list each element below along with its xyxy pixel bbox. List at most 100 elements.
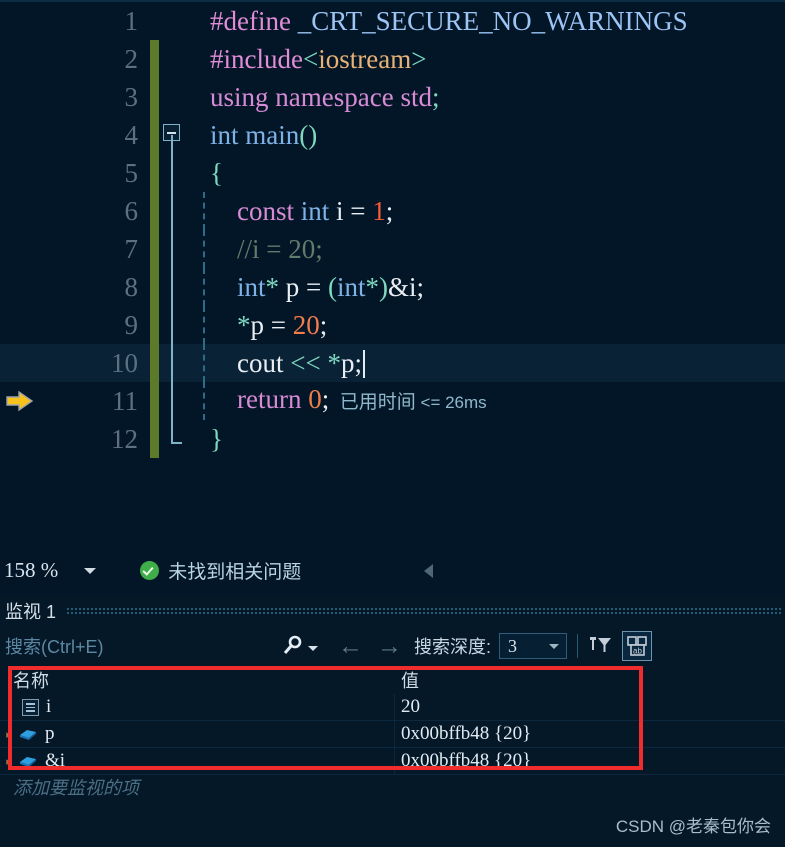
search-options-chevron-down-icon[interactable]	[308, 645, 318, 651]
watch-name-cell[interactable]: ▸ &i	[0, 748, 395, 774]
fold-column[interactable]	[159, 268, 185, 306]
code-line[interactable]: 11 return 0; 已用时间 <= 26ms	[0, 382, 785, 420]
indent-guide	[203, 268, 205, 306]
search-next-icon[interactable]: →	[377, 633, 402, 659]
glyph-margin[interactable]	[0, 306, 40, 344]
glyph-margin[interactable]	[0, 230, 40, 268]
code-text[interactable]: }	[185, 420, 785, 458]
code-text[interactable]: #include<iostream>	[185, 40, 785, 78]
code-token: &i	[388, 272, 417, 302]
watch-table[interactable]: 名称 值 i 20 ▸ p 0x00bffb48 {20} ▸ &i 0x00bffb48 {…	[0, 666, 785, 799]
code-text[interactable]: const int i = 1;	[185, 192, 785, 230]
code-editor[interactable]: 1 #define _CRT_SECURE_NO_WARNINGS 2 #includ…	[0, 0, 785, 545]
fold-column[interactable]	[159, 192, 185, 230]
column-header-value[interactable]: 值	[395, 667, 785, 693]
glyph-margin[interactable]	[0, 116, 40, 154]
search-depth-select[interactable]: 3	[499, 633, 568, 659]
add-watch-row[interactable]: 添加要监视的项	[0, 775, 785, 799]
zoom-dropdown-icon[interactable]	[84, 567, 97, 574]
change-indicator-bar	[150, 344, 159, 382]
watch-panel-title-bar: 监视 1	[0, 596, 785, 626]
code-token: const	[210, 196, 301, 226]
glyph-margin[interactable]	[0, 78, 40, 116]
glyph-margin[interactable]	[0, 192, 40, 230]
watch-value-cell[interactable]: 0x00bffb48 {20}	[395, 723, 785, 745]
fold-column[interactable]	[159, 230, 185, 268]
fold-column[interactable]	[159, 2, 185, 40]
code-line[interactable]: 12}	[0, 420, 785, 458]
code-token: std	[400, 82, 432, 112]
fold-column[interactable]	[159, 382, 185, 420]
line-number: 8	[124, 272, 139, 302]
code-text[interactable]: //i = 20;	[185, 230, 785, 268]
watch-name-cell[interactable]: ▸ p	[0, 721, 395, 747]
line-number: 5	[124, 158, 139, 188]
glyph-margin[interactable]	[0, 382, 40, 420]
search-previous-icon[interactable]: ←	[338, 633, 363, 659]
code-text[interactable]: *p = 20;	[185, 306, 785, 344]
code-token: <<	[290, 348, 321, 378]
fold-column[interactable]	[159, 306, 185, 344]
glyph-margin[interactable]	[0, 2, 40, 40]
code-line[interactable]: 9 *p = 20;	[0, 306, 785, 344]
glyph-margin[interactable]	[0, 154, 40, 192]
change-indicator-bar	[150, 40, 159, 78]
code-text[interactable]: int main()	[185, 116, 785, 154]
fold-column[interactable]	[159, 344, 185, 382]
code-lines[interactable]: 1 #define _CRT_SECURE_NO_WARNINGS 2 #includ…	[0, 2, 785, 458]
fold-column[interactable]	[159, 420, 185, 458]
code-text[interactable]: {	[185, 154, 785, 192]
code-line[interactable]: 5{	[0, 154, 785, 192]
code-token: iostream	[318, 44, 412, 74]
code-line[interactable]: 1 #define _CRT_SECURE_NO_WARNINGS	[0, 2, 785, 40]
expand-arrow-icon[interactable]: ▸	[0, 755, 18, 768]
change-indicator-bar	[150, 306, 159, 344]
line-number: 12	[111, 424, 138, 454]
hex-display-icon[interactable]: ab	[622, 631, 653, 661]
code-line[interactable]: 8 int* p = (int*)&i;	[0, 268, 785, 306]
code-line[interactable]: 7 //i = 20;	[0, 230, 785, 268]
code-text[interactable]: using namespace std;	[185, 78, 785, 116]
code-token: cout	[210, 348, 291, 378]
fold-column[interactable]	[159, 40, 185, 78]
code-text[interactable]: #define _CRT_SECURE_NO_WARNINGS	[185, 2, 785, 40]
code-token: #define	[210, 6, 298, 36]
watch-value-cell[interactable]: 20	[395, 696, 785, 718]
fold-column[interactable]	[159, 116, 185, 154]
code-line[interactable]: 3 using namespace std;	[0, 78, 785, 116]
column-header-name[interactable]: 名称	[0, 667, 395, 693]
fold-column[interactable]	[159, 154, 185, 192]
glyph-margin[interactable]	[0, 420, 40, 458]
code-text[interactable]: int* p = (int*)&i;	[185, 268, 785, 306]
fold-guide-line	[171, 268, 173, 306]
watch-search-input[interactable]: 搜索(Ctrl+E)	[5, 633, 283, 659]
watch-row[interactable]: i 20	[0, 694, 785, 721]
watch-name-cell[interactable]: i	[0, 694, 395, 720]
fold-guide-line	[171, 154, 173, 192]
code-token: }	[210, 424, 223, 454]
code-text[interactable]: return 0; 已用时间 <= 26ms	[185, 380, 785, 422]
watch-toolbar[interactable]: 搜索(Ctrl+E) ← → 搜索深度: 3 ab	[0, 626, 785, 666]
glyph-margin[interactable]	[0, 344, 40, 382]
code-token: ;	[431, 82, 440, 112]
line-number: 11	[112, 386, 138, 416]
watch-row[interactable]: ▸ &i 0x00bffb48 {20}	[0, 748, 785, 775]
line-number: 7	[124, 234, 139, 264]
zoom-level[interactable]: 158 %	[4, 558, 58, 583]
pin-filter-icon[interactable]	[588, 633, 614, 659]
glyph-margin[interactable]	[0, 40, 40, 78]
expand-arrow-icon[interactable]: ▸	[0, 728, 18, 741]
fold-column[interactable]	[159, 78, 185, 116]
problems-status[interactable]: 未找到相关问题	[140, 557, 301, 584]
fold-guide-line	[171, 306, 173, 344]
code-line[interactable]: 2 #include<iostream>	[0, 40, 785, 78]
watch-row[interactable]: ▸ p 0x00bffb48 {20}	[0, 721, 785, 748]
code-line[interactable]: 4 int main()	[0, 116, 785, 154]
code-text[interactable]: cout << *p;	[185, 344, 785, 382]
glyph-margin[interactable]	[0, 268, 40, 306]
collapse-left-icon[interactable]	[424, 563, 434, 578]
watch-value-cell[interactable]: 0x00bffb48 {20}	[395, 750, 785, 772]
code-line[interactable]: 6 const int i = 1;	[0, 192, 785, 230]
code-line[interactable]: 10 cout << *p;	[0, 344, 785, 382]
search-icon[interactable]	[283, 635, 303, 657]
